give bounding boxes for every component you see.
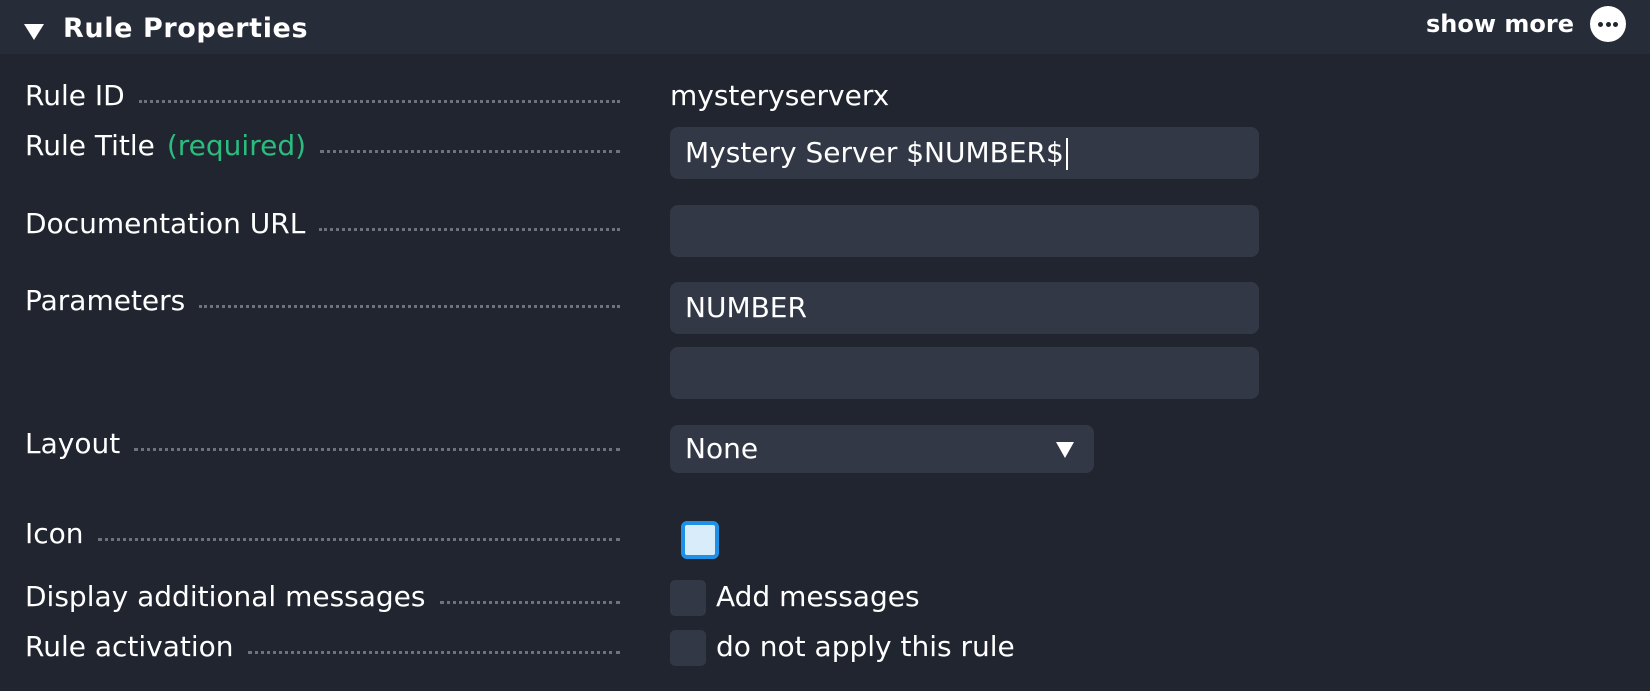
add-messages-checkbox[interactable]	[670, 580, 706, 616]
dotted-leader	[439, 601, 620, 604]
icon-label: Icon	[25, 517, 84, 550]
section-title: Rule Properties	[63, 13, 309, 44]
rule-id-value: mysteryserverx	[670, 79, 890, 112]
layout-select[interactable]: None	[670, 425, 1094, 473]
display-messages-label-row: Display additional messages	[25, 581, 620, 613]
section-collapse-toggle[interactable]: Rule Properties	[18, 12, 318, 46]
parameters-label: Parameters	[25, 284, 186, 317]
rule-activation-label-row: Rule activation	[25, 631, 620, 663]
parameter-input-2[interactable]	[670, 347, 1259, 399]
icon-selector-checkbox[interactable]	[681, 521, 719, 559]
rule-title-label: Rule Title	[25, 129, 155, 162]
add-messages-label[interactable]: Add messages	[716, 581, 920, 613]
parameter-input-1[interactable]: NUMBER	[670, 282, 1259, 334]
documentation-url-input[interactable]	[670, 205, 1259, 257]
rule-title-input-value: Mystery Server $NUMBER$	[685, 136, 1064, 169]
ellipsis-icon	[1590, 6, 1626, 42]
do-not-apply-checkbox[interactable]	[670, 630, 706, 666]
dotted-leader	[199, 305, 620, 308]
dotted-leader	[319, 228, 620, 231]
layout-label: Layout	[25, 427, 121, 460]
display-messages-label: Display additional messages	[25, 580, 426, 613]
show-more-label: show more	[1426, 10, 1574, 38]
documentation-url-label: Documentation URL	[25, 207, 306, 240]
dropdown-arrow-icon	[1056, 442, 1074, 458]
rule-activation-label: Rule activation	[25, 630, 234, 663]
triangle-down-icon	[24, 24, 44, 40]
rule-title-input[interactable]: Mystery Server $NUMBER$	[670, 127, 1259, 179]
do-not-apply-label[interactable]: do not apply this rule	[716, 631, 1015, 663]
rule-id-label-row: Rule ID	[25, 80, 620, 112]
section-header: Rule Properties show more	[0, 0, 1650, 54]
layout-selected-value: None	[685, 432, 759, 465]
dotted-leader	[320, 150, 620, 153]
layout-label-row: Layout	[25, 428, 620, 460]
text-cursor	[1065, 138, 1068, 170]
dotted-leader	[97, 538, 620, 541]
icon-label-row: Icon	[25, 518, 620, 550]
documentation-url-label-row: Documentation URL	[25, 208, 620, 240]
rule-id-label: Rule ID	[25, 79, 125, 112]
required-marker: (required)	[166, 129, 307, 162]
dotted-leader	[247, 651, 620, 654]
dotted-leader	[134, 448, 620, 451]
rule-title-label-row: Rule Title (required)	[25, 130, 620, 162]
parameters-label-row: Parameters	[25, 285, 620, 317]
dotted-leader	[138, 100, 620, 103]
